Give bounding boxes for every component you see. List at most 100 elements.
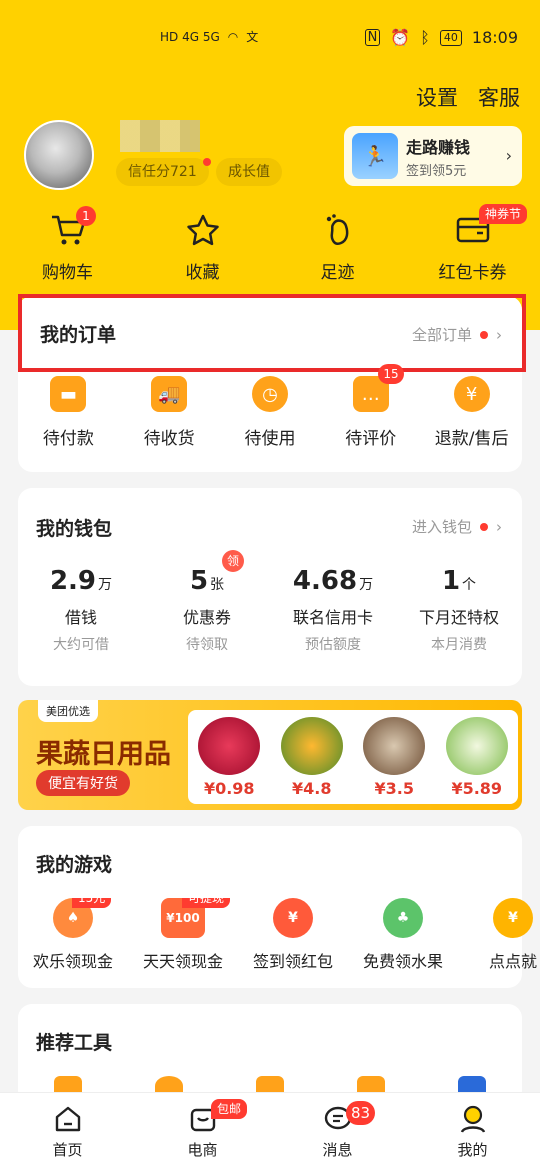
orders-header-highlight[interactable]: 我的订单 全部订单 › <box>18 294 526 372</box>
battery-icon: 40 <box>439 29 462 46</box>
coupon-festival-tag: 神券节 <box>479 204 528 224</box>
quick-action-label: 收藏 <box>185 263 220 283</box>
chevron-right-icon: › <box>496 517 502 536</box>
game-happy-cash[interactable]: ♠ 15元 欢乐领现金 <box>18 898 128 972</box>
wallet-sub: 本月消费 <box>431 637 487 653</box>
order-status-pending-use[interactable]: ◷ 待使用 <box>220 376 321 449</box>
chevron-right-icon: › <box>496 325 502 344</box>
wallet-value: 4.68 <box>292 566 358 596</box>
quail-eggs-image <box>363 716 426 775</box>
game-signin-redpacket[interactable]: ¥ 签到领红包 <box>238 898 348 972</box>
quick-action-label: 购物车 <box>42 263 93 283</box>
coin-icon: ¥ <box>493 898 533 938</box>
star-icon <box>183 210 223 250</box>
input-method-indicator: 文 <box>246 30 259 44</box>
quick-action-favorites[interactable]: 收藏 <box>135 210 270 283</box>
game-badge: 15元 <box>72 898 112 908</box>
growth-chip[interactable]: 成长值 <box>216 158 282 186</box>
order-status-row: ▬ 待付款 🚚 待收货 ◷ 待使用 … 15 待评价 ¥ 退款/售后 <box>18 364 522 449</box>
game-label: 点点就 <box>488 952 537 971</box>
all-orders-link[interactable]: 全部订单 › <box>412 324 502 345</box>
wallet-sub: 待领取 <box>186 637 228 653</box>
product-orange[interactable]: ¥4.8 <box>280 716 343 798</box>
wallet-sub: 大约可借 <box>53 637 109 653</box>
wallet-label: 联名信用卡 <box>292 608 373 627</box>
alarm-icon: ⏰ <box>390 28 411 47</box>
refund-icon: ¥ <box>453 376 490 412</box>
footprint-icon <box>318 210 358 250</box>
promo-logo: 美团优选 <box>38 700 98 722</box>
tools-title: 推荐工具 <box>36 1032 113 1054</box>
username-redacted <box>120 120 200 152</box>
wallet-unit: 万 <box>98 577 113 593</box>
tools-card: 推荐工具 <box>18 1004 522 1104</box>
order-status-label: 退款/售后 <box>434 429 509 449</box>
orange-image <box>280 716 343 775</box>
service-link[interactable]: 客服 <box>478 82 520 112</box>
profile-icon <box>457 1103 489 1135</box>
product-cabbage[interactable]: ¥5.89 <box>445 716 508 798</box>
order-status-pending-delivery[interactable]: 🚚 待收货 <box>119 376 220 449</box>
orders-red-dot <box>480 330 488 339</box>
nav-label: 消息 <box>322 1141 353 1159</box>
order-status-label: 待收货 <box>143 429 195 449</box>
credit-score-chip[interactable]: 信任分721 <box>116 158 211 186</box>
wallet-coupons[interactable]: 领 5张 优惠券 待领取 <box>144 550 270 654</box>
wallet-loan[interactable]: 2.9 万 借钱 大约可借 <box>18 566 144 654</box>
wallet-credit-card[interactable]: 4.68 万 联名信用卡 预估额度 <box>270 566 396 654</box>
quick-action-label: 红包卡券 <box>438 263 507 283</box>
tree-icon: ♣ <box>383 898 423 938</box>
wallet-label: 借钱 <box>64 608 97 627</box>
wallet-value: 1 <box>441 566 461 596</box>
wallet-sub: 预估额度 <box>305 637 361 653</box>
bottom-nav: 首页 包邮 电商 83 消息 我的 <box>0 1092 540 1170</box>
status-time: 18:09 <box>471 28 518 47</box>
nav-messages[interactable]: 83 消息 <box>270 1093 405 1170</box>
claim-badge: 领 <box>222 550 244 572</box>
game-label: 天天领现金 <box>142 952 223 971</box>
game-label: 欢乐领现金 <box>32 952 113 971</box>
nav-profile[interactable]: 我的 <box>405 1093 540 1170</box>
game-daily-cash[interactable]: ¥100 可提现 天天领现金 <box>128 898 238 972</box>
growth-label: 成长值 <box>228 164 270 180</box>
product-price: ¥3.5 <box>374 778 414 798</box>
product-dragon-fruit[interactable]: ¥0.98 <box>198 716 261 798</box>
quick-action-label: 足迹 <box>320 263 355 283</box>
bluetooth-icon: ᛒ <box>420 28 430 47</box>
nav-shop[interactable]: 包邮 电商 <box>135 1093 270 1170</box>
walk-card-subtitle: 签到领5元 <box>406 163 467 179</box>
settings-link[interactable]: 设置 <box>416 82 458 112</box>
orders-card: 我的订单 全部订单 › ▬ 待付款 🚚 待收货 ◷ 待使用 … 15 待评价 ¥… <box>18 294 526 472</box>
order-status-pending-payment[interactable]: ▬ 待付款 <box>18 376 119 449</box>
game-free-fruit[interactable]: ♣ 免费领水果 <box>348 898 458 972</box>
cabbage-image <box>445 716 508 775</box>
wallet-title: 我的钱包 <box>36 518 113 540</box>
order-status-refund[interactable]: ¥ 退款/售后 <box>421 376 522 449</box>
credit-score-label: 信任分721 <box>128 164 197 180</box>
game-label: 签到领红包 <box>252 952 333 971</box>
enter-wallet-link[interactable]: 进入钱包 › <box>412 516 502 537</box>
nav-home[interactable]: 首页 <box>0 1093 135 1170</box>
avatar[interactable] <box>24 120 94 190</box>
orders-title: 我的订单 <box>40 324 117 346</box>
wallet-stats-row: 2.9 万 借钱 大约可借 领 5张 优惠券 待领取 4.68 万 联名信用卡 预估… <box>18 550 522 654</box>
enter-wallet-label: 进入钱包 <box>411 518 472 536</box>
free-shipping-tag: 包邮 <box>211 1099 248 1119</box>
order-status-pending-review[interactable]: … 15 待评价 <box>320 364 421 449</box>
wallet-card: 我的钱包 进入钱包 › 2.9 万 借钱 大约可借 领 5张 优惠券 待领取 4.… <box>18 488 522 686</box>
order-status-label: 待付款 <box>42 429 94 449</box>
network-indicator: HD 4G 5G <box>160 29 220 44</box>
quick-action-coupons[interactable]: 神券节 红包卡券 <box>405 204 540 283</box>
meituan-youxuan-banner[interactable]: 美团优选 果蔬日用品 便宜有好货 ¥0.98 ¥4.8 ¥3.5 ¥5.89 <box>18 700 522 810</box>
quick-action-cart[interactable]: 1 购物车 <box>0 206 135 283</box>
walk-card-title: 走路赚钱 <box>406 137 471 157</box>
walk-earn-card[interactable]: 🏃 走路赚钱 签到领5元 › <box>344 126 522 186</box>
product-quail-eggs[interactable]: ¥3.5 <box>363 716 426 798</box>
wallet-privilege[interactable]: 1个 下月还特权 本月消费 <box>396 566 522 654</box>
wallet-unit: 张 <box>210 577 225 593</box>
status-network: HD 4G 5G ◠ 文 <box>160 28 258 45</box>
quick-action-footprint[interactable]: 足迹 <box>270 210 405 283</box>
promo-button[interactable]: 便宜有好货 <box>36 770 130 796</box>
game-tap[interactable]: ¥ 点点就 <box>458 898 538 972</box>
games-title: 我的游戏 <box>36 854 113 876</box>
